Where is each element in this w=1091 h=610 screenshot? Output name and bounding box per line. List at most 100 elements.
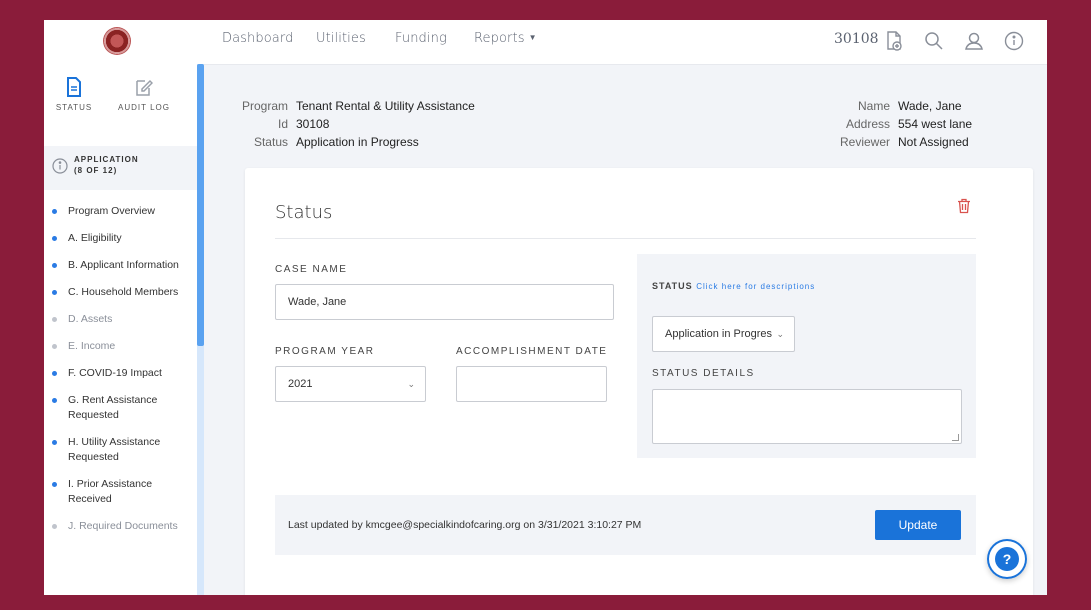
- application-label: APPLICATION: [74, 155, 139, 164]
- menu-item-label: A. Eligibility: [68, 232, 122, 244]
- help-button[interactable]: ?: [987, 539, 1027, 579]
- status-dot: [52, 398, 57, 403]
- address-value: 554 west lane: [898, 117, 973, 131]
- nav-funding[interactable]: Funding: [395, 31, 447, 46]
- reviewer-value: Not Assigned: [898, 135, 969, 149]
- menu-item-label: H. Utility Assistance Requested: [68, 436, 161, 463]
- chevron-down-icon: ⌄: [407, 379, 415, 389]
- name-value: Wade, Jane: [898, 99, 962, 113]
- application-summary-right: Name Wade, Jane Address 554 west lane Revi…: [794, 97, 972, 151]
- info-icon: [52, 158, 68, 179]
- search-icon[interactable]: [922, 29, 946, 53]
- edit-icon: [136, 79, 153, 96]
- status-card: Status CASE NAME Wade, Jane PROGRAM YEAR…: [245, 168, 1033, 595]
- nav-dashboard[interactable]: Dashboard: [222, 31, 293, 46]
- menu-item-label: I. Prior Assistance Received: [68, 478, 153, 505]
- document-icon: [67, 77, 81, 97]
- program-year-value: 2021: [288, 378, 313, 390]
- menu-item-label: D. Assets: [68, 313, 113, 325]
- chevron-down-icon: ⌄: [776, 329, 784, 339]
- program-key: Program: [241, 99, 288, 113]
- application-progress: APPLICATION (8 OF 12): [44, 146, 197, 190]
- status-value: Application in Progress: [296, 135, 419, 149]
- divider: [275, 238, 976, 239]
- status-label: STATUS Click here for descriptions: [652, 278, 852, 295]
- nav-reports-label: Reports: [474, 31, 525, 46]
- case-name-input[interactable]: Wade, Jane: [275, 284, 614, 320]
- user-icon[interactable]: [962, 29, 986, 53]
- menu-item-utility-assistance[interactable]: H. Utility Assistance Requested: [44, 435, 197, 465]
- update-footer: Last updated by kmcgee@specialkindofcari…: [275, 495, 976, 555]
- reviewer-key: Reviewer: [839, 135, 890, 149]
- status-dot: [52, 290, 57, 295]
- status-dot: [52, 236, 57, 241]
- status-select[interactable]: Application in Progres ⌄: [652, 316, 795, 352]
- status-label-text: STATUS: [652, 281, 693, 291]
- logo-area: [44, 20, 200, 64]
- menu-item-label: F. COVID-19 Impact: [68, 367, 162, 379]
- menu-item-label: J. Required Documents: [68, 520, 178, 532]
- application-count: (8 OF 12): [74, 166, 118, 175]
- menu-item-covid-impact[interactable]: F. COVID-19 Impact: [44, 366, 197, 381]
- status-panel: STATUS Click here for descriptions Appli…: [637, 254, 976, 458]
- address-key: Address: [845, 117, 890, 131]
- caret-down-icon: ▼: [528, 33, 537, 42]
- tab-audit-label: AUDIT LOG: [118, 103, 170, 112]
- menu-item-eligibility[interactable]: A. Eligibility: [44, 231, 197, 246]
- status-dot: [52, 482, 57, 487]
- status-dot: [52, 263, 57, 268]
- menu-item-prior-assistance[interactable]: I. Prior Assistance Received: [44, 477, 197, 507]
- resize-handle[interactable]: [952, 434, 959, 441]
- status-select-value: Application in Progres: [665, 328, 773, 340]
- status-dot: [52, 371, 57, 376]
- sidebar: STATUS AUDIT LOG APPLICATION (8 OF 12) P…: [44, 64, 200, 595]
- info-icon[interactable]: [1002, 29, 1026, 53]
- status-dot: [52, 440, 57, 445]
- menu-item-applicant-information[interactable]: B. Applicant Information: [44, 258, 197, 273]
- tab-status-label: STATUS: [55, 103, 93, 112]
- menu-item-label: E. Income: [68, 340, 116, 352]
- tab-status[interactable]: STATUS: [50, 77, 98, 112]
- status-dot: [52, 317, 57, 322]
- status-descriptions-link[interactable]: Click here for descriptions: [696, 282, 815, 291]
- last-updated-text: Last updated by kmcgee@specialkindofcari…: [288, 519, 642, 531]
- program-year-select[interactable]: 2021 ⌄: [275, 366, 426, 402]
- menu-item-label: C. Household Members: [68, 286, 179, 298]
- menu-item-program-overview[interactable]: Program Overview: [44, 204, 197, 219]
- trash-icon[interactable]: [957, 198, 971, 219]
- program-year-label: PROGRAM YEAR: [275, 346, 375, 357]
- status-dot: [52, 209, 57, 214]
- app-window: Dashboard Utilities Funding Reports ▼ 301…: [44, 20, 1047, 595]
- update-button[interactable]: Update: [875, 510, 961, 540]
- name-key: Name: [857, 99, 890, 113]
- id-key: Id: [277, 117, 288, 131]
- status-dot: [52, 344, 57, 349]
- menu-item-income[interactable]: E. Income: [44, 339, 197, 354]
- top-nav-bar: Dashboard Utilities Funding Reports ▼ 301…: [44, 20, 1047, 65]
- application-summary-left: Program Tenant Rental & Utility Assistanc…: [224, 97, 475, 151]
- section-menu: Program Overview A. Eligibility B. Appli…: [44, 204, 197, 546]
- status-details-label: STATUS DETAILS: [652, 368, 755, 379]
- status-dot: [52, 524, 57, 529]
- nav-utilities[interactable]: Utilities: [316, 31, 366, 46]
- document-add-icon[interactable]: [882, 29, 906, 53]
- menu-item-required-documents[interactable]: J. Required Documents: [44, 519, 197, 534]
- program-value: Tenant Rental & Utility Assistance: [296, 99, 475, 113]
- help-icon: ?: [995, 547, 1019, 571]
- id-value: 30108: [296, 117, 330, 131]
- accomplishment-date-label: ACCOMPLISHMENT DATE: [456, 346, 608, 357]
- scrollbar-thumb[interactable]: [197, 64, 204, 346]
- menu-item-label: Program Overview: [68, 205, 155, 217]
- sidebar-scrollbar[interactable]: [197, 64, 204, 595]
- seal-logo[interactable]: [104, 28, 130, 54]
- menu-item-household-members[interactable]: C. Household Members: [44, 285, 197, 300]
- status-details-textarea[interactable]: [652, 389, 962, 444]
- menu-item-rent-assistance[interactable]: G. Rent Assistance Requested: [44, 393, 197, 423]
- menu-item-assets[interactable]: D. Assets: [44, 312, 197, 327]
- accomplishment-date-input[interactable]: [456, 366, 607, 402]
- nav-reports[interactable]: Reports ▼: [474, 31, 537, 46]
- card-title: Status: [275, 202, 333, 223]
- record-id: 30108: [834, 31, 879, 47]
- menu-item-label: B. Applicant Information: [68, 259, 179, 271]
- tab-audit-log[interactable]: AUDIT LOG: [104, 77, 184, 112]
